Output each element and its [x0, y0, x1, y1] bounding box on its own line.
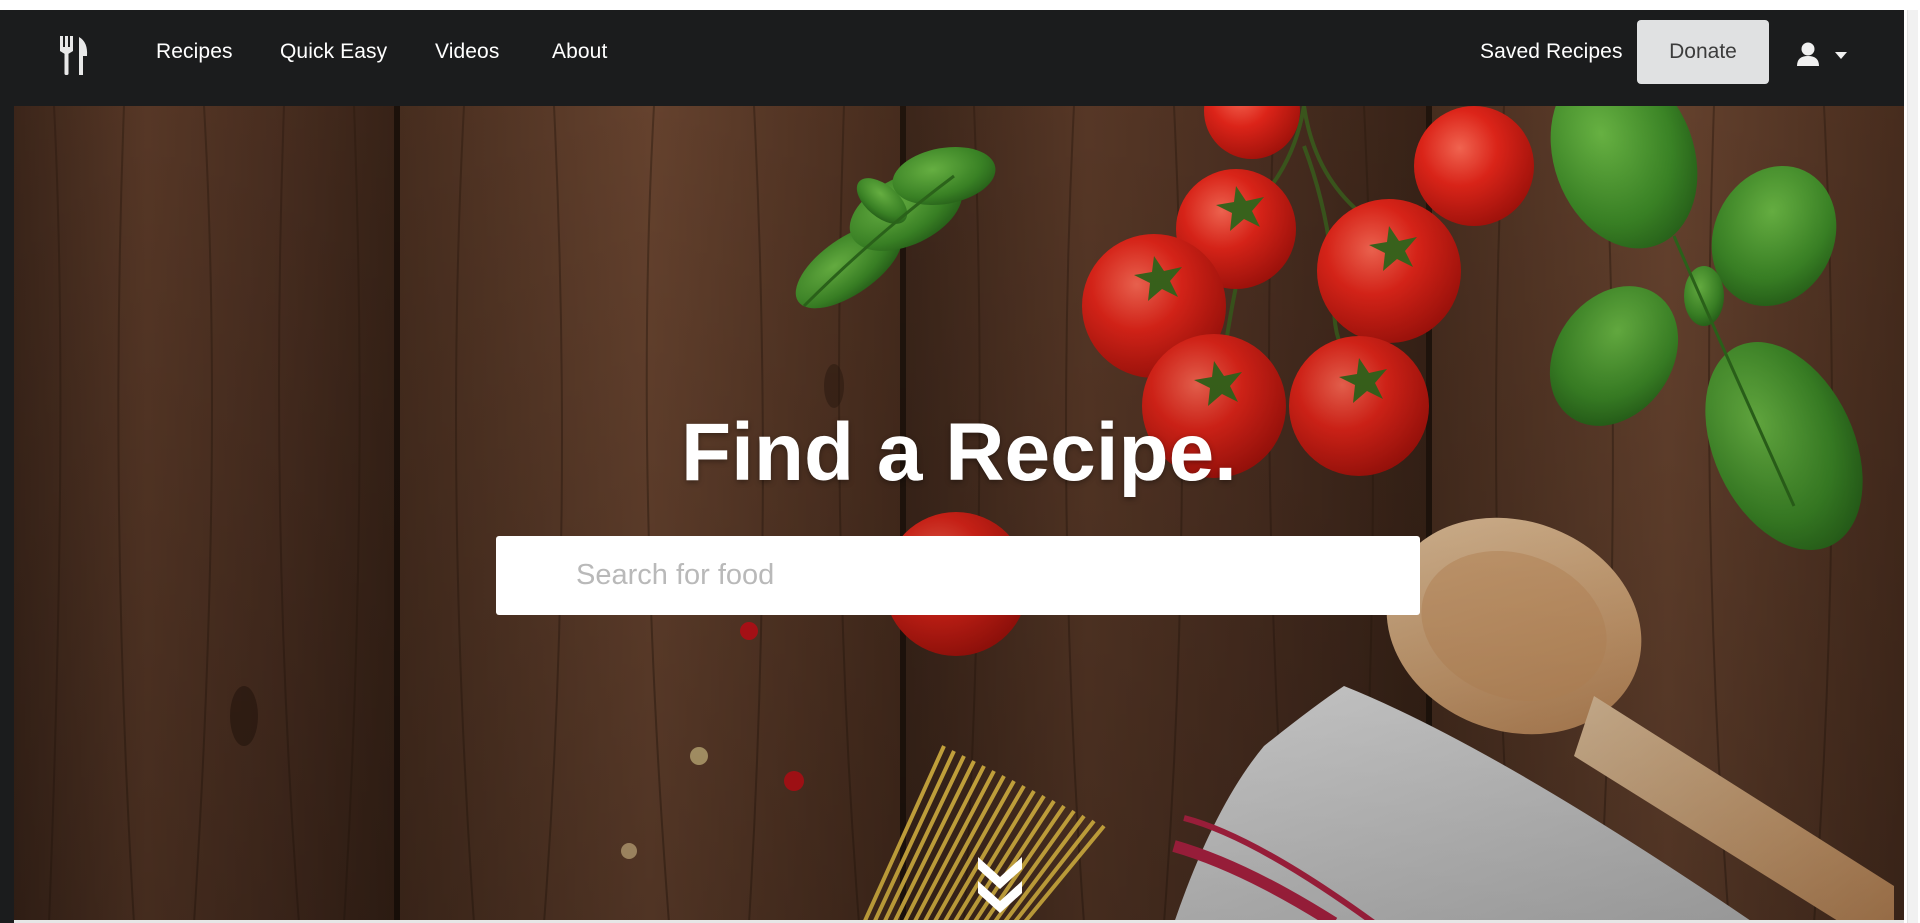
- browser-scrollbar[interactable]: [1904, 10, 1920, 923]
- user-icon: [1797, 42, 1819, 66]
- donate-button[interactable]: Donate: [1637, 20, 1769, 84]
- fork-knife-icon[interactable]: [58, 36, 90, 76]
- page: Recipes Quick Easy Videos About Saved Re…: [14, 10, 1904, 923]
- search-input[interactable]: [496, 536, 1420, 615]
- top-navbar: Recipes Quick Easy Videos About Saved Re…: [14, 10, 1904, 106]
- caret-down-icon: [1835, 52, 1847, 59]
- scrollbar-track[interactable]: [1907, 10, 1918, 923]
- hero-banner: Find a Recipe.: [14, 106, 1904, 923]
- nav-link-videos[interactable]: Videos: [435, 40, 499, 64]
- scroll-down-graphic: [978, 857, 1022, 913]
- hero-title: Find a Recipe.: [681, 407, 1237, 498]
- browser-left-edge: [0, 10, 14, 923]
- logo-graphic: [60, 36, 88, 75]
- nav-link-about[interactable]: About: [552, 40, 607, 64]
- user-menu-graphic: [1797, 42, 1847, 66]
- user-menu-dropdown[interactable]: [1796, 40, 1866, 70]
- hero-background-image: [14, 106, 1904, 923]
- nav-link-quick-easy[interactable]: Quick Easy: [280, 40, 387, 64]
- nav-link-saved-recipes[interactable]: Saved Recipes: [1480, 40, 1623, 64]
- nav-link-recipes[interactable]: Recipes: [156, 40, 233, 64]
- double-chevron-down-icon[interactable]: [972, 851, 1028, 915]
